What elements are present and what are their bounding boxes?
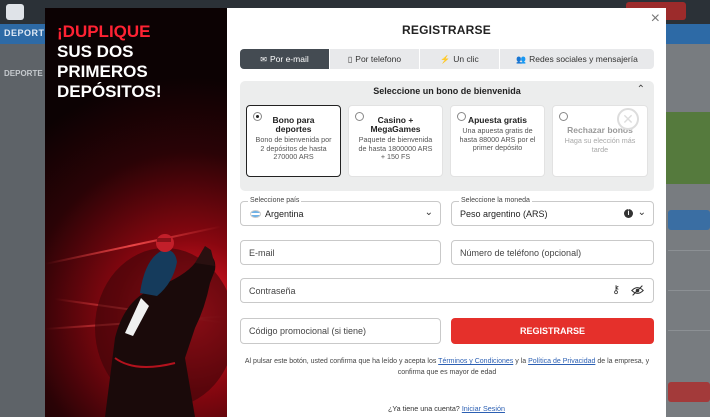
tab-label: Redes sociales y mensajería bbox=[529, 54, 638, 64]
argentina-flag-icon bbox=[250, 210, 261, 218]
chevron-up-icon[interactable]: ⌃ bbox=[637, 84, 645, 95]
bonus-radio[interactable] bbox=[457, 112, 466, 121]
tab-email[interactable]: ✉ Por e-mail bbox=[240, 49, 330, 69]
background-field-image bbox=[666, 112, 710, 184]
envelope-icon: ✉ bbox=[260, 54, 267, 64]
terms-text: Al pulsar este botón, usted confirma que… bbox=[244, 358, 439, 365]
tab-social[interactable]: 👥 Redes sociales y mensajería bbox=[500, 49, 654, 69]
phone-icon: ▯ bbox=[347, 54, 353, 64]
login-prompt: ¿Ya tiene una cuenta? Iniciar Sesión bbox=[227, 404, 666, 413]
bonus-card-casino[interactable]: Casino + MegaGames Paquete de bienvenida… bbox=[348, 105, 443, 177]
currency-value: Peso argentino (ARS) bbox=[460, 209, 548, 219]
bonus-radio[interactable] bbox=[355, 112, 364, 121]
promo-title-line: DEPÓSITOS! bbox=[57, 82, 162, 101]
background-left-column bbox=[0, 44, 45, 417]
close-circle-icon: ✕ bbox=[617, 108, 639, 130]
background-divider bbox=[668, 290, 710, 291]
phone-placeholder: Número de teléfono (opcional) bbox=[460, 248, 582, 258]
modal-title: REGISTRARSE bbox=[402, 23, 491, 37]
bonus-description: Paquete de bienvenida de hasta 1800000 A… bbox=[358, 135, 433, 161]
bonus-description: Bono de bienvenida por 2 depósitos de ha… bbox=[255, 135, 332, 161]
terms-link[interactable]: Términos y Condiciones bbox=[438, 358, 513, 365]
bonus-card-free-bet[interactable]: Apuesta gratis Una apuesta gratis de has… bbox=[450, 105, 545, 177]
terms-notice: Al pulsar este botón, usted confirma que… bbox=[240, 356, 654, 378]
register-button[interactable]: REGISTRARSE bbox=[451, 318, 654, 344]
background-divider bbox=[668, 250, 710, 251]
login-text: ¿Ya tiene una cuenta? bbox=[388, 404, 462, 413]
promo-title-highlight: ¡DUPLIQUE bbox=[57, 22, 151, 41]
bonus-card-reject[interactable]: ✕ Rechazar bonos Haga su elección más ta… bbox=[552, 105, 648, 177]
key-icon[interactable]: ⚷ bbox=[612, 283, 620, 296]
background-divider bbox=[668, 330, 710, 331]
eye-off-icon[interactable] bbox=[631, 284, 644, 297]
country-value: Argentina bbox=[265, 209, 304, 219]
bonus-description: Una apuesta gratis de hasta 88000 ARS po… bbox=[459, 126, 536, 152]
email-field[interactable]: E-mail bbox=[240, 240, 441, 265]
site-logo bbox=[6, 4, 24, 20]
currency-label: Seleccione la moneda bbox=[459, 197, 532, 204]
tab-one-click[interactable]: ⚡ Un clic bbox=[420, 49, 500, 69]
promo-code-field[interactable]: Código promocional (si tiene) bbox=[240, 318, 441, 344]
promo-title: ¡DUPLIQUE SUS DOS PRIMEROS DEPÓSITOS! bbox=[57, 22, 227, 102]
email-placeholder: E-mail bbox=[249, 248, 275, 258]
privacy-link[interactable]: Política de Privacidad bbox=[528, 358, 595, 365]
password-placeholder: Contraseña bbox=[249, 286, 296, 296]
tab-phone[interactable]: ▯ Por telefono bbox=[330, 49, 420, 69]
country-label: Seleccione país bbox=[248, 197, 302, 204]
tab-label: Por telefono bbox=[355, 54, 402, 64]
chevron-down-icon: ⌄ bbox=[424, 207, 433, 218]
login-link[interactable]: Iniciar Sesión bbox=[462, 404, 505, 413]
currency-select[interactable]: Seleccione la moneda Peso argentino (ARS… bbox=[451, 197, 654, 226]
tab-label: Por e-mail bbox=[269, 54, 309, 64]
background-left-text: DEPORTE bbox=[4, 69, 43, 78]
registration-modal: × REGISTRARSE ✉ Por e-mail ▯ Por telefon… bbox=[227, 8, 666, 417]
bonus-card-sports[interactable]: Bono para deportes Bono de bienvenida po… bbox=[246, 105, 341, 177]
jockey-horse-illustration bbox=[95, 234, 227, 417]
background-right-column bbox=[666, 44, 710, 417]
promo-title-line: SUS DOS PRIMEROS bbox=[57, 42, 148, 81]
welcome-bonus-section: Seleccione un bono de bienvenida ⌃ Bono … bbox=[240, 81, 654, 191]
password-field[interactable]: Contraseña ⚷ bbox=[240, 278, 654, 303]
bonus-header: Seleccione un bono de bienvenida bbox=[373, 86, 521, 96]
chevron-down-icon: ⌄ bbox=[637, 207, 646, 218]
registration-tabs: ✉ Por e-mail ▯ Por telefono ⚡ Un clic 👥 … bbox=[240, 49, 654, 69]
bonus-radio[interactable] bbox=[559, 112, 568, 121]
background-right-card bbox=[668, 210, 710, 230]
promo-banner: ¡DUPLIQUE SUS DOS PRIMEROS DEPÓSITOS! bbox=[45, 8, 227, 417]
tab-label: Un clic bbox=[453, 54, 479, 64]
phone-field[interactable]: Número de teléfono (opcional) bbox=[451, 240, 654, 265]
people-icon: 👥 bbox=[516, 54, 527, 64]
background-bet-button bbox=[668, 382, 710, 402]
lightning-icon: ⚡ bbox=[440, 54, 451, 64]
bonus-description: Haga su elección más tarde bbox=[564, 136, 636, 154]
promo-code-placeholder: Código promocional (si tiene) bbox=[249, 326, 367, 336]
terms-text: y la bbox=[513, 358, 529, 365]
bonus-radio[interactable] bbox=[253, 112, 262, 121]
country-select[interactable]: Seleccione país Argentina ⌄ bbox=[240, 197, 441, 226]
info-icon[interactable]: i bbox=[624, 209, 633, 218]
